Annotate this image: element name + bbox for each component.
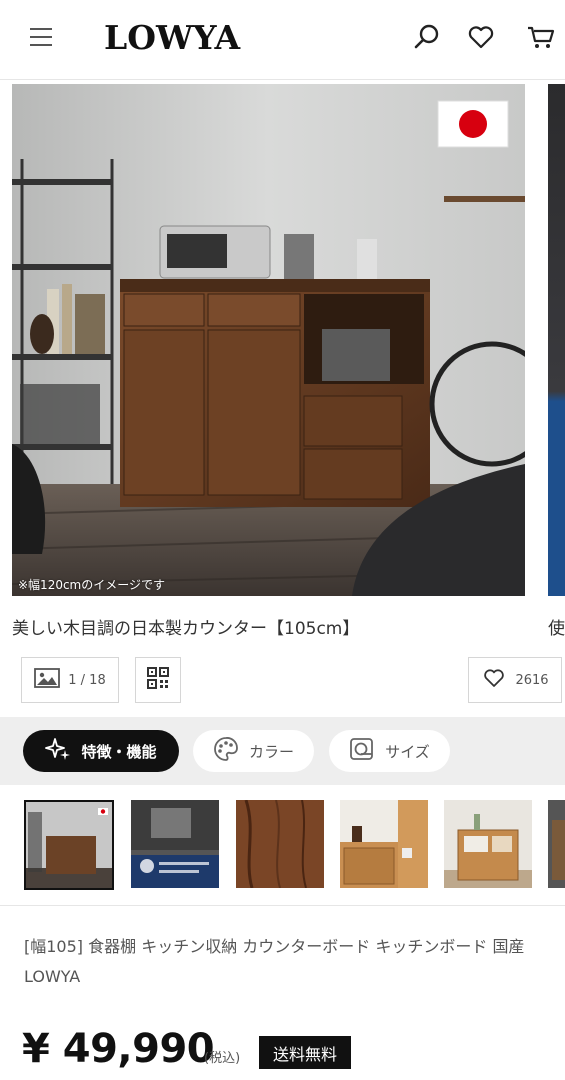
tab-features[interactable]: 特徴・機能: [23, 730, 179, 772]
thumbnail-6[interactable]: [548, 800, 565, 890]
free-shipping-badge: 送料無料: [259, 1036, 351, 1069]
image-count: 1 / 18: [68, 672, 106, 688]
menu-icon[interactable]: [30, 26, 52, 46]
thumbnail-5[interactable]: [444, 800, 534, 890]
site-header: LOWYA: [0, 0, 565, 80]
product-price: ¥ 49,990: [22, 1026, 215, 1072]
qr-code-icon: [147, 667, 169, 693]
tab-label: カラー: [248, 742, 294, 761]
next-slide-title: 使: [548, 619, 565, 639]
heart-icon[interactable]: [466, 22, 496, 52]
heart-icon: [481, 666, 507, 694]
tab-label: 特徴・機能: [81, 742, 157, 761]
tab-size[interactable]: サイズ: [329, 730, 450, 772]
thumbnail-1[interactable]: [24, 800, 114, 890]
sparkle-icon: [45, 736, 71, 766]
tab-color[interactable]: カラー: [193, 730, 314, 772]
site-logo[interactable]: LOWYA: [104, 18, 240, 57]
thumbnail-4[interactable]: [340, 800, 430, 890]
slide-title: 美しい木目調の日本製カウンター【105cm】: [12, 619, 360, 639]
next-product-image[interactable]: [548, 84, 565, 596]
tax-note: (税込): [204, 1051, 241, 1066]
ruler-icon: [349, 736, 375, 766]
feature-tabs: 特徴・機能 カラー サイズ: [0, 717, 565, 785]
favorite-button[interactable]: 2616: [468, 657, 562, 703]
search-icon[interactable]: [412, 22, 442, 52]
image-caption: ※幅120cmのイメージです: [18, 578, 166, 592]
thumbnail-3[interactable]: [236, 800, 326, 890]
palette-icon: [213, 736, 239, 766]
product-main-image[interactable]: [12, 84, 525, 596]
favorite-count: 2616: [515, 672, 549, 688]
thumbnail-2[interactable]: [131, 800, 221, 890]
qr-code-button[interactable]: [135, 657, 181, 703]
image-count-button[interactable]: 1 / 18: [21, 657, 119, 703]
image-icon: [34, 668, 61, 692]
product-title: [幅105] 食器棚 キッチン収納 カウンターボード キッチンボード 国産 LO…: [24, 937, 525, 986]
thumbnail-strip: [0, 798, 565, 892]
cart-icon[interactable]: [526, 22, 556, 52]
tab-label: サイズ: [385, 742, 430, 761]
divider: [0, 905, 565, 906]
